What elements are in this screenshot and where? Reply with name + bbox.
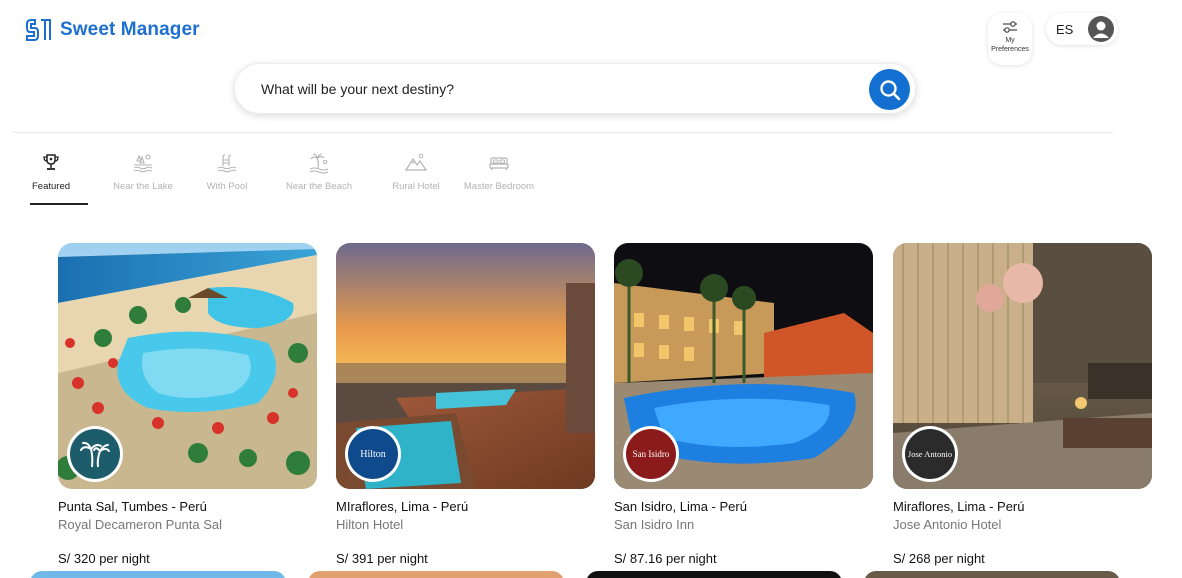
hotel-location: San Isidro, Lima - Perú [614,499,747,514]
search-icon [879,79,900,100]
hotel-card-next-row[interactable] [864,571,1120,578]
hotel-brand-badge: Hilton [345,426,401,482]
hotel-brand-badge: San Isidro [623,426,679,482]
hotel-price: S/ 87.16 per night [614,551,717,566]
hotel-card[interactable]: San Isidro San Isidro, Lima - Perú San I… [614,243,873,566]
user-avatar-icon[interactable] [1088,16,1114,42]
hotel-location: MIraflores, Lima - Perú [336,499,469,514]
sliders-icon [1003,21,1017,33]
category-rural-hotel[interactable]: Rural Hotel [391,152,441,192]
pool-icon [217,154,237,173]
category-master-bedroom[interactable]: Master Bedroom [461,152,537,192]
hotel-badge-text: Hilton [360,448,386,460]
app-name: Sweet Manager [60,19,200,40]
hotel-price: S/ 391 per night [336,551,428,566]
hotel-card-next-row[interactable] [30,571,286,578]
search-bar [234,63,916,114]
app-logo[interactable]: Sweet Manager [24,17,200,43]
hotel-price: S/ 320 per night [58,551,150,566]
hotel-photo: Hilton [336,243,595,489]
logo-icon [26,19,51,41]
hotel-price: S/ 268 per night [893,551,985,566]
language-code: ES [1056,21,1074,37]
category-label: Rural Hotel [392,181,440,192]
language-account-menu[interactable]: ES [1046,13,1118,45]
hotel-card-next-row[interactable] [586,571,842,578]
beach-icon [309,153,329,174]
hotel-badge-text: Jose Antonio [907,448,953,459]
active-category-underline [30,203,88,205]
category-label: Featured [31,181,71,192]
hotel-name: Royal Decameron Punta Sal [58,517,223,532]
my-preferences-button[interactable]: My Preferences [988,13,1032,65]
hotel-photo: Jose Antonio [893,243,1152,489]
category-featured[interactable]: Featured [30,152,72,192]
category-with-pool[interactable]: With Pool [205,152,249,192]
hotel-card-next-row[interactable] [308,571,564,578]
lake-icon [133,154,153,173]
hotel-brand-badge [67,426,123,482]
palm-tree-icon [80,441,110,468]
category-label: With Pool [206,181,248,192]
category-near-the-lake[interactable]: Near the Lake [111,152,175,192]
hotel-photo [58,243,317,489]
trophy-icon [43,154,59,170]
hotel-name: Hilton Hotel [336,517,404,532]
category-label: Near the Beach [285,181,352,192]
hotel-badge-text: San Isidro [632,448,670,459]
header-divider [13,132,1113,133]
hotel-location: Miraflores, Lima - Perú [893,499,1025,514]
hotel-card[interactable]: Jose Antonio Miraflores, Lima - Perú Jos… [893,243,1152,566]
my-preferences-label: My Preferences [991,37,1029,53]
hotel-name: Jose Antonio Hotel [893,517,1002,532]
mountain-icon [405,153,427,171]
bed-icon [489,157,509,170]
hotel-photo: San Isidro [614,243,873,489]
hotel-brand-badge: Jose Antonio [902,426,958,482]
hotel-name: San Isidro Inn [614,517,695,532]
hotel-location: Punta Sal, Tumbes - Perú [58,499,207,514]
category-near-the-beach[interactable]: Near the Beach [283,152,355,192]
hotel-card[interactable]: Hilton MIraflores, Lima - Perú Hilton Ho… [336,243,595,566]
search-button[interactable] [869,69,910,110]
category-label: Master Bedroom [463,181,535,192]
search-input[interactable] [261,76,841,102]
category-label: Near the Lake [113,181,173,192]
hotel-card[interactable]: Punta Sal, Tumbes - Perú Royal Decameron… [58,243,317,566]
